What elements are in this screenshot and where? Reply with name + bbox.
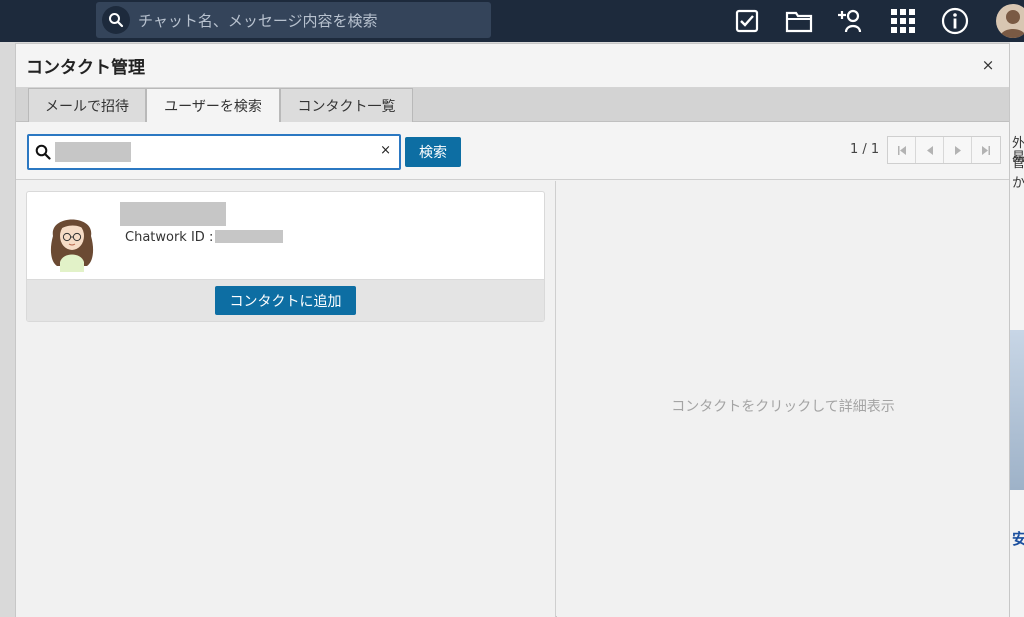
detail-empty-hint: コンタクトをクリックして詳細表示	[671, 399, 895, 415]
background-image	[1010, 330, 1024, 490]
close-icon[interactable]: ×	[979, 56, 997, 74]
global-search-input[interactable]: チャット名、メッセージ内容を検索	[96, 2, 491, 38]
search-value-redacted[interactable]	[55, 142, 131, 162]
user-search-field[interactable]: ×	[27, 134, 401, 170]
tab-bar: メールで招待 ユーザーを検索 コンタクト一覧	[16, 88, 1009, 123]
add-contact-icon[interactable]	[834, 5, 868, 37]
tab-invite-by-email[interactable]: メールで招待	[28, 88, 146, 122]
user-avatar[interactable]	[996, 4, 1024, 38]
top-icon-group	[730, 5, 990, 37]
next-page-icon[interactable]	[944, 137, 972, 163]
search-button[interactable]: 検索	[405, 137, 461, 167]
chatwork-id-redacted	[215, 230, 283, 243]
info-icon[interactable]	[938, 5, 972, 37]
page-indicator: 1 / 1	[850, 142, 880, 157]
background-text: 安	[1012, 530, 1024, 548]
dialog-title: コンタクト管理	[26, 58, 145, 78]
first-page-icon[interactable]	[888, 137, 916, 163]
clear-icon[interactable]: ×	[380, 143, 391, 158]
contact-management-dialog: コンタクト管理 × メールで招待 ユーザーを検索 コンタクト一覧 × 検索 1 …	[15, 43, 1010, 617]
add-to-contacts-button[interactable]: コンタクトに追加	[215, 286, 356, 315]
card-footer: コンタクトに追加	[27, 279, 544, 321]
global-search-placeholder: チャット名、メッセージ内容を検索	[138, 11, 378, 30]
user-name-redacted	[120, 202, 226, 226]
background-text: か	[1012, 176, 1024, 191]
folder-icon[interactable]	[782, 5, 816, 37]
task-check-icon[interactable]	[730, 5, 764, 37]
contact-detail-panel: コンタクトをクリックして詳細表示	[557, 181, 1009, 617]
tab-search-users[interactable]: ユーザーを検索	[146, 88, 280, 123]
apps-grid-icon[interactable]	[886, 5, 920, 37]
top-bar: チャット名、メッセージ内容を検索	[0, 0, 1024, 42]
search-results-panel: Chatwork ID : コンタクトに追加	[16, 181, 556, 617]
search-icon	[102, 6, 130, 34]
user-avatar	[43, 206, 101, 272]
search-row: × 検索 1 / 1	[16, 122, 1009, 180]
pagination	[887, 136, 1001, 164]
search-icon	[35, 144, 51, 160]
dialog-header: コンタクト管理	[16, 44, 1009, 88]
background-text: 管	[1012, 156, 1024, 171]
user-result-card[interactable]: Chatwork ID : コンタクトに追加	[26, 191, 545, 322]
last-page-icon[interactable]	[972, 137, 1000, 163]
prev-page-icon[interactable]	[916, 137, 944, 163]
chatwork-id-label: Chatwork ID :	[125, 230, 214, 245]
tab-contact-list[interactable]: コンタクト一覧	[280, 88, 413, 122]
